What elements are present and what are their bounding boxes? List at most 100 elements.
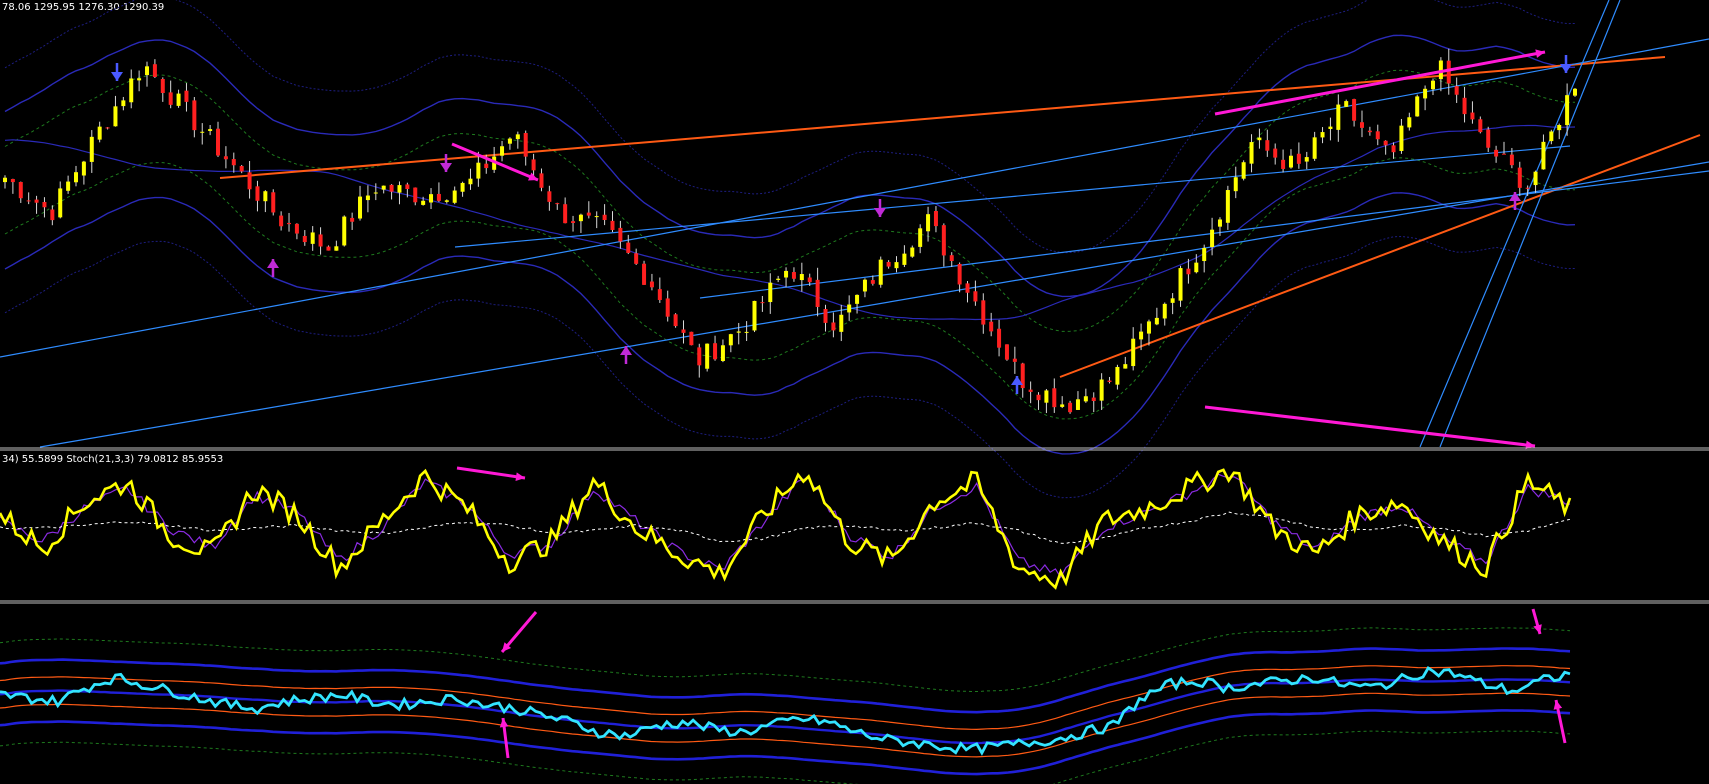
candle-body — [1557, 124, 1562, 131]
candle-body — [1249, 142, 1254, 164]
candle-body — [918, 228, 923, 247]
price-header-text: 78.06 1295.95 1276.30 1290.39 — [2, 2, 164, 13]
candle-body — [302, 235, 307, 243]
candle-body — [855, 294, 860, 304]
candle-body — [547, 191, 552, 202]
candle-body — [539, 173, 544, 188]
candle-body — [373, 192, 378, 194]
candle-body — [1352, 99, 1357, 121]
candle-body — [1549, 131, 1554, 142]
candle-body — [563, 204, 568, 224]
candle-body — [578, 214, 583, 222]
candle-body — [200, 131, 205, 133]
candle-body — [1068, 402, 1073, 413]
candle-body — [1470, 112, 1475, 120]
candle-body — [1494, 149, 1499, 157]
candle-body — [1407, 117, 1412, 128]
candle-body — [989, 321, 994, 332]
candle-body — [760, 302, 765, 304]
candle-body — [1517, 167, 1522, 188]
candle-body — [42, 202, 47, 208]
candle-body — [1541, 141, 1546, 170]
candle-body — [208, 129, 213, 132]
candle-body — [18, 181, 23, 199]
candle-body — [776, 278, 781, 280]
candle-body — [839, 314, 844, 332]
candle-body — [997, 328, 1002, 348]
candle-body — [444, 200, 449, 202]
candle-body — [66, 181, 71, 191]
candle-body — [697, 347, 702, 366]
candle-body — [365, 195, 370, 201]
candle-body — [476, 162, 481, 179]
candle-body — [626, 242, 631, 253]
candle-body — [1162, 303, 1167, 319]
candle-body — [784, 270, 789, 278]
candle-body — [389, 184, 394, 192]
candle-body — [318, 234, 323, 247]
candle-body — [1170, 298, 1175, 303]
candle-body — [152, 64, 157, 77]
candle-body — [1533, 171, 1538, 186]
candle-body — [681, 329, 686, 333]
candle-body — [1028, 389, 1033, 392]
candle-body — [89, 136, 94, 162]
candle-body — [1336, 104, 1341, 130]
candle-body — [1430, 80, 1435, 90]
candle-body — [894, 262, 899, 269]
candle-body — [1565, 95, 1570, 126]
candle-body — [263, 191, 268, 202]
candle-body — [634, 253, 639, 264]
candle-body — [10, 179, 15, 183]
candle-body — [799, 274, 804, 281]
candle-body — [941, 225, 946, 256]
candle-body — [1186, 268, 1191, 275]
candle-body — [862, 279, 867, 292]
candle-body — [1044, 390, 1049, 403]
candle-body — [421, 200, 426, 205]
candle-body — [436, 193, 441, 201]
candle-body — [350, 217, 355, 222]
candle-body — [97, 126, 102, 140]
candle-body — [649, 281, 654, 288]
candle-body — [878, 259, 883, 285]
candle-body — [113, 106, 118, 127]
candle-body — [1501, 153, 1506, 155]
candle-body — [571, 221, 576, 224]
candle-body — [886, 261, 891, 267]
candle-body — [334, 246, 339, 251]
candle-body — [342, 216, 347, 246]
candle-body — [105, 127, 110, 129]
candle-body — [1004, 344, 1009, 360]
candle-body — [429, 194, 434, 203]
candle-body — [1123, 364, 1128, 369]
candle-body — [1036, 394, 1041, 401]
candle-body — [586, 212, 591, 216]
candle-body — [287, 222, 292, 225]
candle-body — [1265, 140, 1270, 151]
candle-body — [965, 283, 970, 293]
candle-body — [1486, 129, 1491, 148]
candle-body — [1083, 396, 1088, 402]
candle-body — [50, 209, 55, 221]
candle-body — [216, 128, 221, 156]
candle-body — [847, 304, 852, 313]
candle-body — [358, 196, 363, 219]
candle-body — [137, 78, 142, 81]
candle-body — [397, 185, 402, 193]
candle-body — [1525, 187, 1530, 189]
candle-body — [1344, 101, 1349, 107]
candle-body — [255, 186, 260, 201]
candle-body — [1446, 60, 1451, 84]
candle-body — [1131, 338, 1136, 367]
candle-body — [294, 223, 299, 234]
candle-body — [1241, 162, 1246, 179]
candle-body — [1210, 229, 1215, 248]
candle-body — [460, 182, 465, 192]
candle-body — [1454, 86, 1459, 95]
candle-body — [74, 172, 79, 183]
candle-body — [1178, 268, 1183, 301]
candle-body — [192, 100, 197, 131]
candle-body — [1202, 247, 1207, 262]
candle-body — [326, 246, 331, 251]
